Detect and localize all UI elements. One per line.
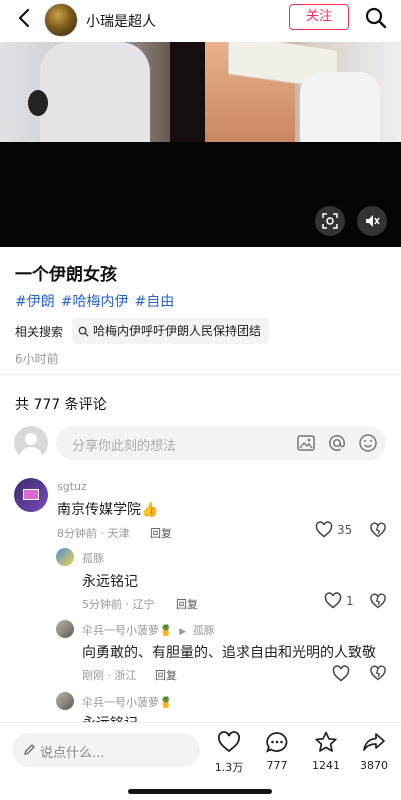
star-action[interactable]: 1241 (306, 731, 346, 772)
comment-count: 共 777 条评论 (15, 397, 107, 413)
divider (0, 374, 401, 375)
author-avatar[interactable] (44, 3, 78, 37)
comment-action[interactable]: 777 (257, 731, 297, 772)
lens-icon (322, 213, 338, 229)
follow-button[interactable]: 关注 (289, 4, 349, 30)
hashtag-link[interactable]: #伊朗 (15, 294, 55, 310)
heart-icon (315, 521, 333, 538)
dislike-icon[interactable] (370, 593, 386, 609)
star-total: 1241 (312, 759, 340, 772)
bottom-action-bar: 说点什么... 1.3万 777 1241 3870 (0, 722, 401, 800)
reply-button[interactable]: 回复 (150, 525, 172, 541)
video-player[interactable] (0, 42, 401, 247)
image-icon[interactable] (296, 433, 316, 453)
like-action[interactable]: 1.3万 (209, 731, 249, 775)
commenter-avatar[interactable] (56, 620, 74, 638)
like-button[interactable]: 35 (315, 521, 352, 538)
commenter-name[interactable]: 伞兵一号小菠萝🍍 (82, 624, 173, 637)
hashtag-list: #伊朗 #哈梅内伊 #自由 (15, 291, 180, 311)
comment-text: 永远铭记 (82, 574, 138, 590)
say-placeholder: 说点什么... (40, 746, 105, 761)
reply-arrow-icon: ▶ (179, 627, 187, 637)
comment-meta: 5分钟前 · 辽宁 (82, 598, 155, 611)
heart-icon (324, 592, 342, 609)
reply-button[interactable]: 回复 (155, 667, 177, 683)
top-header: 小瑞是超人 关注 (0, 0, 401, 42)
star-icon (315, 731, 337, 752)
related-search-chip[interactable]: 哈梅内伊呼吁伊朗人民保持团结 (72, 318, 270, 344)
heart-icon (218, 731, 240, 753)
reply-header: 伞兵一号小菠萝🍍 ▶ 孤豚 (82, 622, 215, 638)
post-time: 6小时前 (15, 352, 59, 366)
comment-text: 南京传媒学院👍 (57, 502, 159, 518)
my-avatar (14, 426, 48, 460)
pencil-icon (24, 744, 35, 755)
comment-total: 777 (266, 759, 288, 772)
related-search-text: 哈梅内伊呼吁伊朗人民保持团结 (93, 324, 262, 338)
reply-button[interactable]: 回复 (176, 596, 198, 612)
dislike-icon[interactable] (370, 522, 386, 538)
emoji-icon[interactable] (358, 433, 378, 453)
commenter-name[interactable]: 孤豚 (82, 550, 104, 566)
say-something-input[interactable]: 说点什么... (12, 733, 200, 767)
post-title: 一个伊朗女孩 (15, 265, 117, 285)
like-button[interactable]: 1 (324, 592, 354, 609)
like-total: 1.3万 (214, 761, 244, 774)
share-action[interactable]: 3870 (354, 731, 394, 772)
dislike-icon[interactable] (370, 665, 386, 681)
share-total: 3870 (360, 759, 388, 772)
commenter-name[interactable]: sgtuz (57, 480, 87, 493)
comment-text: 向勇敢的、有胆量的、追求自由和光明的人致敬 (82, 645, 376, 661)
hashtag-link[interactable]: #自由 (134, 294, 174, 310)
mute-icon (366, 215, 380, 227)
comment-placeholder: 分享你此刻的想法 (72, 439, 177, 454)
commenter-avatar[interactable] (56, 692, 74, 710)
author-name[interactable]: 小瑞是超人 (86, 11, 156, 31)
hashtag-link[interactable]: #哈梅内伊 (61, 294, 129, 310)
commenter-avatar[interactable] (14, 478, 48, 512)
search-icon[interactable] (364, 6, 388, 30)
reply-to-name[interactable]: 孤豚 (193, 624, 215, 637)
related-search-label: 相关搜索 (15, 325, 64, 339)
back-arrow-icon[interactable] (14, 7, 36, 29)
commenter-avatar[interactable] (56, 548, 74, 566)
mention-icon[interactable] (327, 433, 347, 453)
comment-meta: 刚刚 · 浙江 (82, 669, 137, 682)
share-icon (363, 733, 385, 751)
home-indicator[interactable] (128, 789, 272, 794)
comment-meta: 8分钟前 · 天津 (57, 527, 130, 540)
comment-bubble-icon (266, 732, 288, 753)
mute-button[interactable] (357, 206, 387, 236)
image-search-button[interactable] (315, 206, 345, 236)
search-icon (78, 326, 89, 337)
comment-input[interactable]: 分享你此刻的想法 (56, 426, 386, 460)
heart-icon[interactable] (332, 665, 350, 682)
video-frame (0, 42, 401, 142)
like-count: 35 (337, 522, 353, 537)
like-count: 1 (346, 593, 354, 608)
commenter-name[interactable]: 伞兵一号小菠萝🍍 (82, 694, 173, 710)
